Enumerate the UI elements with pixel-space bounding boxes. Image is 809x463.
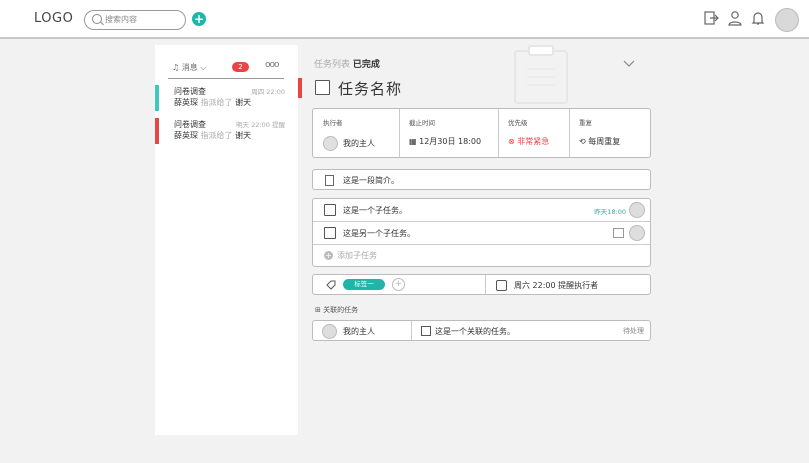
search-box[interactable] bbox=[84, 10, 186, 30]
user-icon[interactable] bbox=[727, 10, 743, 26]
calendar-icon[interactable] bbox=[613, 228, 624, 238]
subtask-row[interactable]: 这是另一个子任务。 bbox=[313, 222, 650, 245]
message-text: 薛英琛 指派给了 谢天 bbox=[174, 131, 252, 140]
avatar bbox=[322, 324, 337, 339]
search-icon bbox=[92, 14, 102, 24]
executor-value: 我的主人 bbox=[323, 136, 375, 151]
subtask-text: 这是一个子任务。 bbox=[343, 206, 407, 215]
avatar[interactable] bbox=[775, 8, 799, 32]
search-input[interactable] bbox=[105, 12, 179, 27]
related-owner: 我的主人 bbox=[343, 327, 375, 336]
message-status-bar bbox=[155, 118, 159, 144]
subtask-row[interactable]: 这是一个子任务。 昨天18:00 bbox=[313, 199, 650, 222]
avatar[interactable] bbox=[629, 225, 645, 241]
subtask-date: 昨天18:00 bbox=[594, 208, 626, 216]
subtask-checkbox[interactable] bbox=[324, 204, 336, 216]
message-text: 薛英琛 指派给了 谢天 bbox=[174, 98, 252, 107]
subtask-checkbox[interactable] bbox=[324, 227, 336, 239]
plus-icon: + bbox=[324, 251, 333, 260]
message-count-badge: 2 bbox=[232, 62, 249, 72]
logo: LOGO bbox=[34, 11, 74, 26]
reminder-icon bbox=[496, 280, 507, 291]
status-badge: 待处理 bbox=[623, 327, 644, 335]
breadcrumb-list[interactable]: 任务列表 bbox=[314, 60, 350, 70]
bell-icon[interactable] bbox=[750, 10, 766, 26]
tag-chip[interactable]: 标签一 bbox=[343, 279, 385, 290]
subtask-list: 这是一个子任务。 昨天18:00 这是另一个子任务。 + 添加子任务 bbox=[312, 198, 651, 267]
more-icon[interactable]: ooo bbox=[265, 60, 279, 70]
divider bbox=[411, 321, 412, 340]
messages-panel: ♫ 消息 ⌵ 2 ooo 问卷调查 周四 22:00 薛英琛 指派给了 谢天 问… bbox=[155, 45, 298, 435]
subtask-text: 这是另一个子任务。 bbox=[343, 229, 415, 238]
message-title: 问卷调查 bbox=[174, 120, 206, 129]
page-title: 任务名称 bbox=[338, 80, 403, 98]
related-tasks-heading: ⊞ 关联的任务 bbox=[315, 306, 359, 314]
deadline-value: ▦ 12月30日 18:00 bbox=[409, 137, 482, 146]
priority-field[interactable]: 优先级 ⊗ 非常紧急 bbox=[498, 109, 570, 157]
tag-icon bbox=[326, 280, 336, 290]
divider bbox=[168, 78, 284, 79]
add-tag-button[interactable]: + bbox=[392, 278, 405, 291]
message-time: 周四 22:00 bbox=[251, 88, 285, 96]
message-item[interactable]: 问卷调查 周四 22:00 薛英琛 指派给了 谢天 bbox=[155, 85, 298, 111]
document-icon bbox=[325, 175, 334, 186]
related-task-row[interactable]: 我的主人 这是一个关联的任务。 待处理 bbox=[312, 320, 651, 341]
priority-icon: ⊗ bbox=[508, 137, 515, 146]
priority-bar bbox=[298, 78, 302, 98]
reminder-text[interactable]: 周六 22:00 提醒执行者 bbox=[514, 280, 598, 291]
executor-label: 执行者 bbox=[323, 119, 343, 127]
add-button[interactable]: + bbox=[192, 12, 206, 26]
divider bbox=[485, 275, 486, 294]
messages-title: 消息 bbox=[181, 63, 198, 72]
breadcrumb: 任务列表 已完成 bbox=[314, 57, 380, 70]
chevron-down-icon[interactable] bbox=[623, 57, 635, 69]
message-status-bar bbox=[155, 85, 159, 111]
related-task-text: 这是一个关联的任务。 bbox=[435, 327, 515, 336]
deadline-label: 截止时间 bbox=[409, 119, 435, 127]
repeat-icon: ⟲ bbox=[579, 137, 586, 146]
bell-icon: ♫ bbox=[172, 63, 180, 72]
chevron-down-icon: ⌵ bbox=[200, 63, 207, 72]
breadcrumb-status: 已完成 bbox=[352, 60, 380, 70]
avatar bbox=[323, 136, 338, 151]
task-intro[interactable]: 这是一段简介。 bbox=[312, 169, 651, 190]
related-task-checkbox[interactable] bbox=[421, 326, 431, 336]
link-icon: ⊞ bbox=[315, 306, 321, 314]
tags-reminder-row: 标签一 + 周六 22:00 提醒执行者 bbox=[312, 274, 651, 295]
messages-dropdown[interactable]: ♫ 消息 ⌵ bbox=[172, 62, 206, 73]
top-bar: LOGO + bbox=[0, 0, 809, 39]
priority-value: ⊗ 非常紧急 bbox=[508, 137, 550, 146]
add-subtask-button[interactable]: + 添加子任务 bbox=[324, 250, 377, 261]
executor-field[interactable]: 执行者 我的主人 bbox=[313, 109, 400, 157]
clipboard-icon bbox=[514, 45, 568, 104]
repeat-label: 重复 bbox=[579, 119, 592, 127]
message-title: 问卷调查 bbox=[174, 87, 206, 96]
message-time: 明天 22:00 提醒 bbox=[236, 121, 285, 129]
calendar-icon: ▦ bbox=[409, 137, 417, 146]
avatar[interactable] bbox=[629, 202, 645, 218]
task-checkbox[interactable] bbox=[315, 80, 330, 95]
task-info-card: 执行者 我的主人 截止时间 ▦ 12月30日 18:00 优先级 ⊗ 非常紧急 … bbox=[312, 108, 651, 158]
message-item[interactable]: 问卷调查 明天 22:00 提醒 薛英琛 指派给了 谢天 bbox=[155, 118, 298, 144]
deadline-field[interactable]: 截止时间 ▦ 12月30日 18:00 bbox=[399, 109, 499, 157]
logout-icon[interactable] bbox=[703, 10, 719, 26]
repeat-value: ⟲ 每周重复 bbox=[579, 137, 621, 146]
priority-label: 优先级 bbox=[508, 119, 528, 127]
intro-text: 这是一段简介。 bbox=[343, 176, 399, 185]
repeat-field[interactable]: 重复 ⟲ 每周重复 bbox=[569, 109, 650, 157]
